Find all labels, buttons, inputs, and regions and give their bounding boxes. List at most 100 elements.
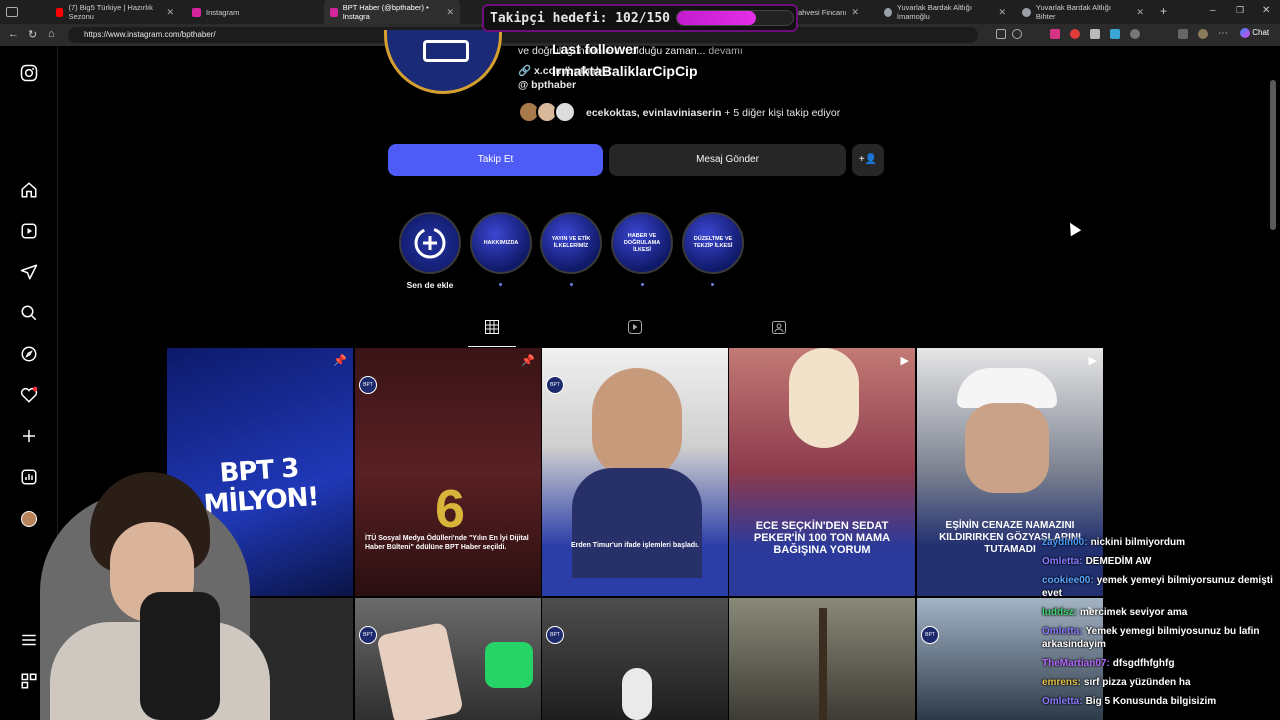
close-icon[interactable]: ✕ (1136, 7, 1144, 18)
instagram-icon (330, 7, 338, 17)
tagged-icon (772, 321, 786, 334)
new-highlight-button[interactable] (399, 212, 461, 274)
highlight-dot (641, 283, 644, 286)
extension-icon[interactable] (1130, 29, 1140, 39)
mouse-cursor (1064, 219, 1082, 237)
bpt-logo-icon: BPT (921, 626, 939, 644)
bpt-logo-icon: BPT (359, 626, 377, 644)
instagram-icon (192, 7, 201, 17)
tree-photo (819, 608, 827, 720)
pinned-icon: 📌 (521, 355, 535, 367)
person-photo (965, 403, 1049, 493)
favorites-icon[interactable] (1178, 29, 1188, 39)
instagram-logo-icon[interactable] (19, 64, 39, 84)
streamer-webcam (10, 462, 310, 720)
page-scrollbar[interactable] (1270, 80, 1276, 230)
person-photo (572, 468, 702, 578)
follower-goal-progress-fill (677, 11, 756, 25)
highlight-duzeltme-tekzip[interactable]: DÜZELTME VE TEKZİP İLKESİ (682, 212, 744, 274)
back-arrow-icon[interactable]: ← (8, 28, 19, 40)
highlight-dot (499, 283, 502, 286)
reels-icon (628, 320, 642, 334)
tab-reels[interactable] (612, 320, 658, 340)
extension-icon[interactable] (1070, 29, 1080, 39)
create-icon[interactable] (19, 427, 39, 447)
notifications-heart-icon[interactable] (19, 386, 39, 406)
close-icon[interactable]: ✕ (446, 7, 454, 18)
more-options-icon[interactable]: ⋯ (1218, 28, 1228, 39)
close-window-button[interactable]: ✕ (1262, 5, 1270, 16)
youtube-icon (56, 7, 64, 17)
whatsapp-icon (485, 642, 533, 688)
tab-instagram[interactable]: Instagram (186, 0, 320, 24)
highlight-dot (570, 283, 573, 286)
highlight-yayin-etik[interactable]: YAYIN VE ETİK İLKELERİMİZ (540, 212, 602, 274)
tab-tagged[interactable] (756, 320, 802, 340)
reel-icon: ▶ (1088, 355, 1097, 367)
home-icon[interactable] (19, 181, 39, 201)
home-icon[interactable]: ⌂ (48, 28, 55, 40)
post-tile[interactable]: BPT (355, 598, 541, 720)
chat-message: Omletta: Big 5 Konusunda bilgisizim (1042, 696, 1217, 707)
chat-message: zaydin00: nickini bilmiyordum (1042, 537, 1186, 548)
reload-icon[interactable]: ↻ (28, 28, 37, 41)
messages-icon[interactable] (19, 263, 39, 283)
minimize-button[interactable]: – (1210, 5, 1216, 16)
extension-icon[interactable] (1090, 29, 1100, 39)
profile-icon[interactable] (1198, 29, 1208, 39)
close-icon[interactable]: ✕ (166, 7, 174, 18)
tab-bardak-imamoglu[interactable]: Yuvarlak Bardak Altlığı İmamoğlu ✕ (878, 0, 1012, 24)
reels-icon[interactable] (19, 222, 39, 242)
follower-goal-widget: Takipçi hedefi: 102/150 (482, 4, 798, 32)
person-photo (789, 348, 859, 448)
post-tile[interactable]: 📌 BPT 6 İTÜ Sosyal Medya Ödülleri'nde "Y… (355, 348, 541, 596)
tab-fincan[interactable]: ahvesi Fincanı ✕ (792, 0, 872, 24)
post-tile[interactable] (729, 598, 915, 720)
last-follower-label: Last follower (552, 41, 639, 57)
send-message-button[interactable]: Mesaj Gönder (609, 144, 846, 176)
maximize-button[interactable]: ❐ (1236, 5, 1244, 16)
apps-icon[interactable] (996, 29, 1006, 39)
post-tile[interactable]: BPT Erden Timur'un ifade işlemleri başla… (542, 348, 728, 596)
chat-message: Omletta: Yemek yemegi bilmiyosunuz bu laf… (1042, 626, 1260, 650)
tab-bpthaber[interactable]: BPT Haber (@bpthaber) • Instagra ✕ (324, 0, 460, 24)
follower-goal-label: Takipçi hedefi: 102/150 (490, 10, 671, 26)
highlight-haber-dogrulama[interactable]: HABER VE DOĞRULAMA İLKESİ (611, 212, 673, 274)
bio-more-link[interactable]: devamı (708, 45, 742, 57)
last-follower-name: IrmaktaBaliklarCipCip (552, 63, 698, 79)
profile-avatar[interactable] (384, 30, 502, 94)
extension-icon[interactable] (1110, 29, 1120, 39)
tab-youtube[interactable]: (7) Big5 Türkiye | Hazırlık Sezonu ✕ (50, 0, 180, 24)
chat-message: luddsz: mercimek seviyor ama (1042, 607, 1188, 618)
highlight-dot (711, 283, 714, 286)
bpt-logo-icon: BPT (546, 626, 564, 644)
tab-bardak-bihter[interactable]: Yuvarlak Bardak Altlığı Bihter ✕ (1016, 0, 1150, 24)
follow-button[interactable]: Takip Et (388, 144, 603, 176)
zoom-icon[interactable] (1012, 29, 1022, 39)
explore-icon[interactable] (19, 345, 39, 365)
plus-icon (414, 227, 446, 259)
extension-icon[interactable] (1050, 29, 1060, 39)
highlight-hakkimizda[interactable]: HAKKIMIZDA (470, 212, 532, 274)
pinned-icon: 📌 (333, 355, 347, 367)
last-follower-widget: Last follower IrmaktaBaliklarCipCip (552, 38, 698, 82)
tab-posts[interactable] (469, 320, 515, 340)
close-icon[interactable]: ✕ (851, 7, 859, 18)
post-tile[interactable]: BPT (542, 598, 728, 720)
follower-goal-progress-bar (676, 10, 795, 26)
browser-menu-button[interactable] (0, 0, 24, 24)
new-tab-button[interactable]: + (1160, 4, 1167, 18)
link-icon: 🔗 (518, 65, 532, 77)
bpt-logo-icon: BPT (359, 376, 377, 394)
followed-by-text[interactable]: ecekoktas, evinlaviniaserin + 5 diğer ki… (586, 107, 840, 119)
link-icon (1022, 7, 1031, 17)
post-tile[interactable]: ▶ ECE SEÇKİN'DEN SEDAT PEKER'İN 100 TON … (729, 348, 915, 596)
person-photo (957, 368, 1057, 408)
chat-message: cookiee00: yemek yemeyi bilmiyorsunuz dem… (1042, 575, 1273, 599)
close-icon[interactable]: ✕ (998, 7, 1006, 18)
grid-icon (485, 320, 499, 334)
search-icon[interactable] (19, 304, 39, 324)
active-tab-indicator (468, 346, 516, 347)
chat-button[interactable]: Chat (1240, 28, 1269, 38)
suggest-users-button[interactable]: +👤 (852, 144, 884, 176)
